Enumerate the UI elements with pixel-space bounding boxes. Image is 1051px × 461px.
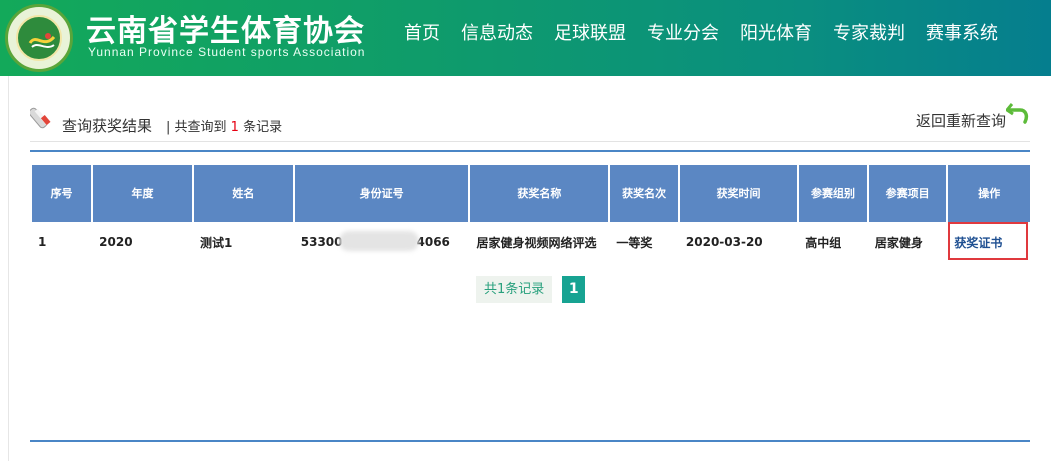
id-number-start: 53300 — [300, 235, 343, 249]
cell-rank: 一等奖 — [616, 235, 653, 250]
main-nav: 首页 信息动态 足球联盟 专业分会 阳光体育 专家裁判 赛事系统 — [404, 19, 1019, 45]
id-redaction — [338, 231, 419, 251]
cell-event: 居家健身 — [874, 235, 923, 250]
col-header-name: 姓名 — [193, 165, 293, 222]
cell-year: 2020 — [99, 235, 133, 249]
nav-item-experts[interactable]: 专家裁判 — [833, 19, 905, 45]
pagination-total: 共1条记录 — [476, 276, 553, 303]
count-number: 1 — [230, 120, 239, 135]
back-to-search-link[interactable]: 返回重新查询 — [916, 110, 1006, 131]
cell-award-name: 居家健身视频网络评选 — [476, 235, 597, 250]
col-header-action: 操作 — [948, 165, 1030, 222]
cell-name: 测试1 — [199, 235, 233, 250]
scroll-icon — [30, 107, 51, 129]
divider — [30, 141, 1030, 142]
cell-action: 获奖证书 — [948, 222, 1030, 262]
id-number-end: 4066 — [416, 235, 450, 249]
nav-item-home[interactable]: 首页 — [404, 19, 440, 45]
col-header-year: 年度 — [93, 165, 192, 222]
site-header: 云南省学生体育协会 Yunnan Province Student sports… — [0, 0, 1051, 76]
divider-blue — [30, 150, 1030, 152]
nav-item-events[interactable]: 赛事系统 — [926, 19, 998, 45]
site-logo[interactable] — [5, 4, 73, 72]
col-header-id-number: 身份证号 — [294, 165, 469, 222]
site-subtitle: Yunnan Province Student sports Associati… — [88, 45, 366, 59]
cell-index: 1 — [38, 235, 47, 249]
table-header-row: 序号 年度 姓名 身份证号 获奖名称 获奖名次 获奖时间 参赛组别 参赛项目 操… — [32, 165, 1030, 222]
col-header-award-date: 获奖时间 — [679, 165, 798, 222]
col-header-index: 序号 — [32, 165, 92, 222]
result-title: 查询获奖结果 — [62, 117, 153, 135]
nav-item-football[interactable]: 足球联盟 — [554, 19, 626, 45]
site-title: 云南省学生体育协会 — [86, 14, 365, 49]
nav-item-news[interactable]: 信息动态 — [461, 19, 533, 45]
count-prefix: | 共查询到 — [166, 120, 227, 135]
col-header-event: 参赛项目 — [868, 165, 947, 222]
cell-award-date: 2020-03-20 — [685, 235, 763, 249]
col-header-group: 参赛组别 — [799, 165, 867, 222]
result-bar: 查询获奖结果 | 共查询到 1 条记录 返回重新查询 — [30, 100, 1030, 140]
return-arrow-icon[interactable] — [1006, 100, 1030, 126]
bottom-divider — [30, 440, 1030, 442]
nav-item-branches[interactable]: 专业分会 — [647, 19, 719, 45]
pagination: 共1条记录 1 — [476, 276, 586, 303]
result-count: | 共查询到 1 条记录 — [166, 116, 282, 135]
count-suffix: 条记录 — [243, 120, 283, 135]
cell-group: 高中组 — [805, 235, 842, 250]
cell-id-number: 53300 4066 — [295, 222, 469, 262]
award-certificate-link[interactable]: 获奖证书 — [954, 236, 1002, 250]
table-row: 1 2020 测试1 53300 4066 居家健身视频网络评选 一等奖 2020… — [32, 222, 1030, 262]
col-header-rank: 获奖名次 — [610, 165, 678, 222]
pagination-page-1[interactable]: 1 — [562, 276, 586, 303]
id-number: 53300 4066 — [300, 231, 450, 251]
logo-emblem-icon — [16, 15, 62, 61]
results-table: 序号 年度 姓名 身份证号 获奖名称 获奖名次 获奖时间 参赛组别 参赛项目 操… — [30, 165, 1032, 262]
col-header-award-name: 获奖名称 — [470, 165, 609, 222]
nav-item-sunshine-sports[interactable]: 阳光体育 — [740, 19, 812, 45]
